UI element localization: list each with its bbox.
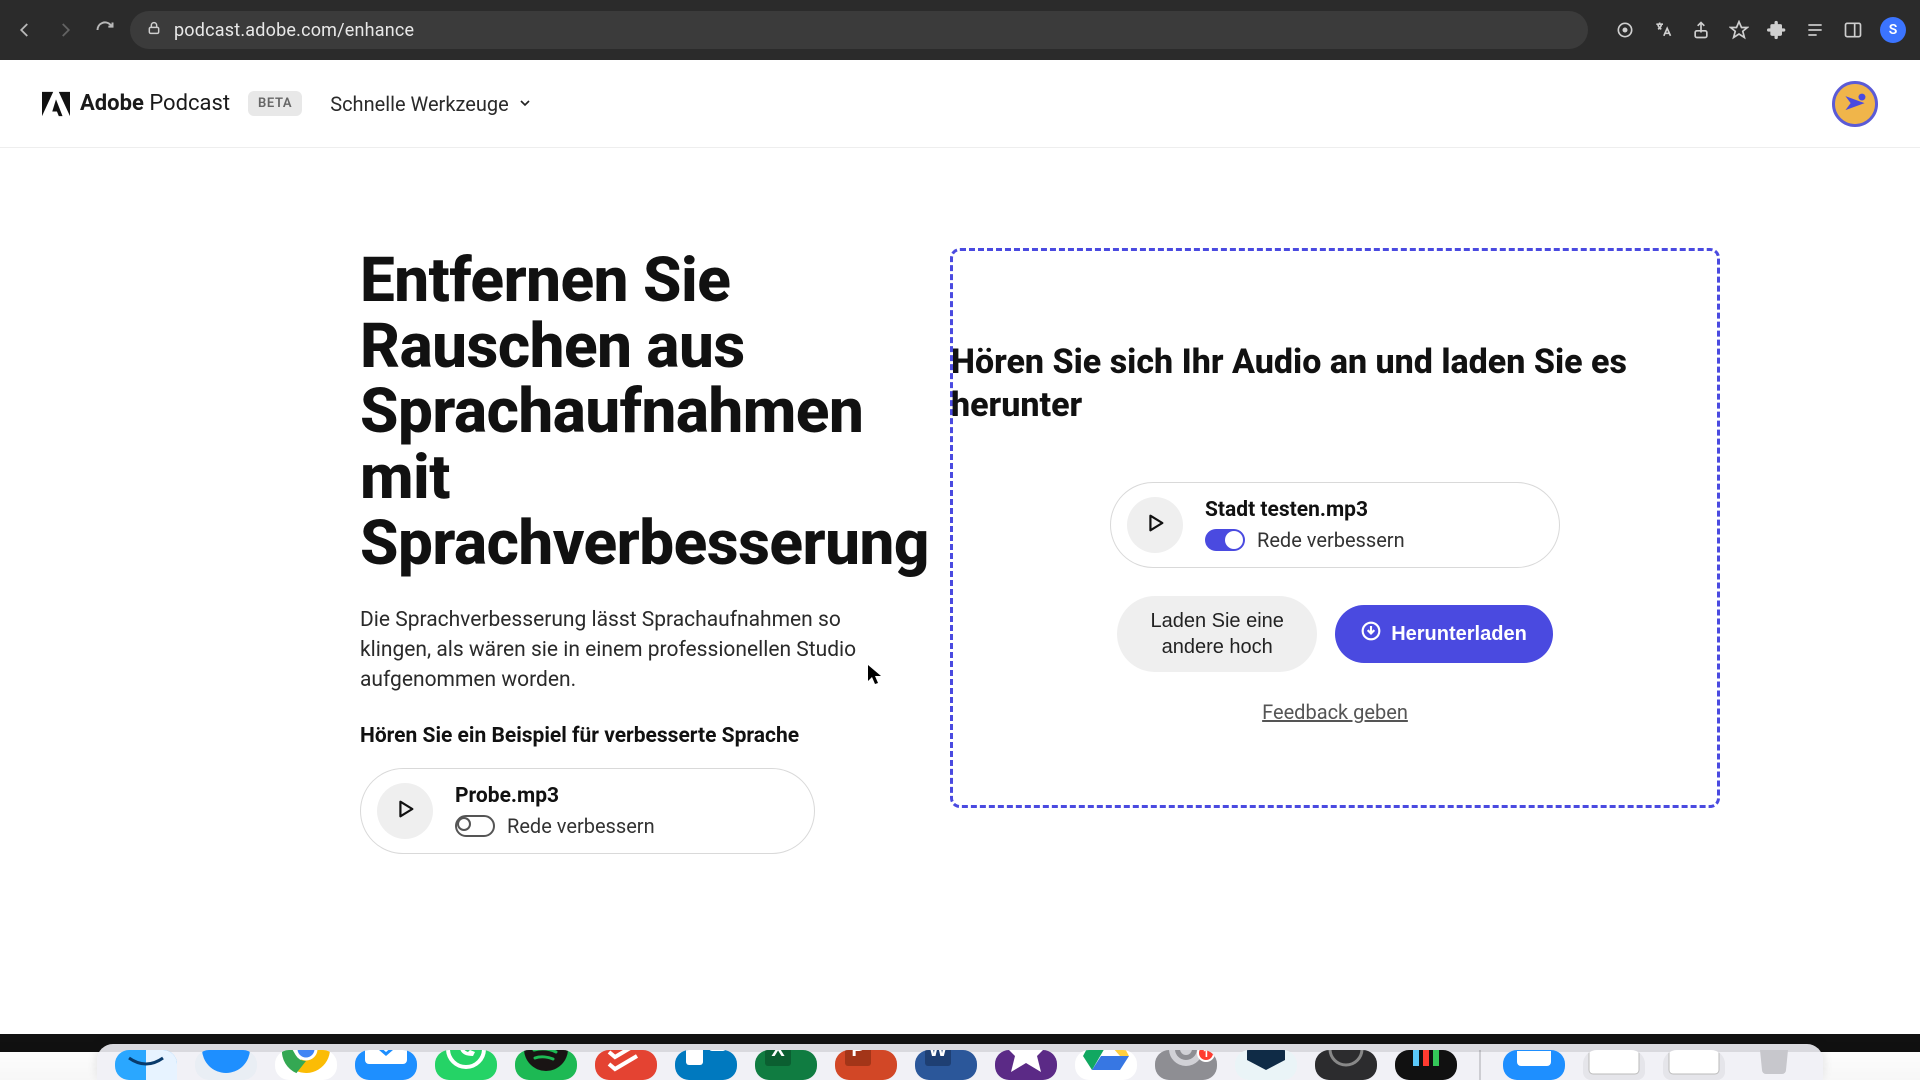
upload-another-button[interactable]: Laden Sie eine andere hoch <box>1117 596 1317 672</box>
dock-trello-icon[interactable] <box>675 1050 737 1080</box>
nav-right <box>1832 81 1878 127</box>
dock-chrome-icon[interactable] <box>275 1050 337 1080</box>
adobe-logo-icon <box>42 91 70 117</box>
enhance-toggle[interactable] <box>455 815 495 837</box>
sample-audio-meta: Probe.mp3 Rede verbessern <box>455 784 655 838</box>
enhance-label: Rede verbessern <box>507 814 655 838</box>
profile-initial: S <box>1889 22 1898 38</box>
address-url: podcast.adobe.com/enhance <box>174 20 414 41</box>
quick-tools-label: Schnelle Werkzeuge <box>330 92 509 116</box>
upload-another-label: Laden Sie eine andere hoch <box>1150 610 1283 658</box>
beta-badge: BETA <box>248 91 302 116</box>
uploaded-filename: Stadt testen.mp3 <box>1205 498 1405 522</box>
page-subtitle: Die Sprachverbesserung lässt Sprachaufna… <box>360 605 910 696</box>
chevron-down-icon <box>517 92 533 116</box>
brand-text: Adobe Podcast <box>80 91 230 116</box>
sample-filename: Probe.mp3 <box>455 784 655 808</box>
dock-trash-icon[interactable] <box>1743 1050 1805 1080</box>
download-button[interactable]: Herunterladen <box>1335 605 1553 663</box>
uploaded-audio-card: Stadt testen.mp3 Rede verbessern <box>1110 482 1560 568</box>
dock-minimized-window-icon[interactable] <box>1583 1050 1645 1080</box>
google-lens-icon[interactable] <box>1614 19 1636 41</box>
sample-heading: Hören Sie ein Beispiel für verbesserte S… <box>360 724 910 748</box>
dropzone-center: Stadt testen.mp3 Rede verbessern Laden S… <box>953 462 1717 724</box>
dock-safari-icon[interactable] <box>195 1050 257 1080</box>
svg-text:W: W <box>929 1050 948 1061</box>
download-label: Herunterladen <box>1391 623 1527 646</box>
play-button[interactable] <box>1127 497 1183 553</box>
download-icon <box>1361 621 1381 647</box>
page-header: Adobe Podcast BETA Schnelle Werkzeuge <box>0 60 1920 148</box>
reading-list-icon[interactable] <box>1804 19 1826 41</box>
dock-app-icon[interactable] <box>1315 1050 1377 1080</box>
sample-enhance-row: Rede verbessern <box>455 814 655 838</box>
translate-icon[interactable] <box>1652 19 1674 41</box>
dock-finder-icon[interactable] <box>115 1050 177 1080</box>
feedback-link[interactable]: Feedback geben <box>1262 700 1408 724</box>
sidepanel-icon[interactable] <box>1842 19 1864 41</box>
dock: X P W 1 <box>97 1044 1823 1080</box>
enhance-label: Rede verbessern <box>1257 528 1405 552</box>
page-title: Entfernen Sie Rauschen aus Sprachaufnahm… <box>360 248 910 577</box>
nav-left: Adobe Podcast BETA Schnelle Werkzeuge <box>42 91 533 117</box>
dock-powerpoint-icon[interactable]: P <box>835 1050 897 1080</box>
svg-text:P: P <box>851 1050 864 1061</box>
lock-icon <box>146 20 162 41</box>
play-icon <box>1144 512 1166 538</box>
dock-separator <box>1479 1050 1481 1080</box>
right-column: Hören Sie sich Ihr Audio an und laden Si… <box>950 248 1750 854</box>
forward-button[interactable] <box>54 19 76 41</box>
dock-drive-icon[interactable] <box>1075 1050 1137 1080</box>
browser-nav-controls <box>14 19 116 41</box>
svg-text:X: X <box>771 1050 785 1061</box>
dock-xcode-icon[interactable] <box>1503 1050 1565 1080</box>
play-icon <box>394 798 416 824</box>
dock-app2-icon[interactable] <box>1395 1050 1457 1080</box>
uploaded-enhance-row: Rede verbessern <box>1205 528 1405 552</box>
share-icon[interactable] <box>1690 19 1712 41</box>
address-bar[interactable]: podcast.adobe.com/enhance <box>130 11 1588 49</box>
quick-tools-menu[interactable]: Schnelle Werkzeuge <box>330 92 533 116</box>
enhance-toggle[interactable] <box>1205 529 1245 551</box>
reload-button[interactable] <box>94 19 116 41</box>
dock-mail-icon[interactable] <box>355 1050 417 1080</box>
play-button[interactable] <box>377 783 433 839</box>
upload-dropzone[interactable]: Hören Sie sich Ihr Audio an und laden Si… <box>950 248 1720 808</box>
feedback-label: Feedback geben <box>1262 700 1408 724</box>
left-column: Entfernen Sie Rauschen aus Sprachaufnahm… <box>170 248 950 854</box>
main-content: Entfernen Sie Rauschen aus Sprachaufnahm… <box>0 148 1920 854</box>
dropzone-title: Hören Sie sich Ihr Audio an und laden Si… <box>951 341 1717 426</box>
dock-deepl-icon[interactable] <box>1235 1050 1297 1080</box>
dropzone-actions: Laden Sie eine andere hoch Herunterladen <box>1117 596 1553 672</box>
dock-word-icon[interactable]: W <box>915 1050 977 1080</box>
browser-actions: S <box>1614 17 1906 43</box>
dock-todoist-icon[interactable] <box>595 1050 657 1080</box>
user-avatar[interactable] <box>1832 81 1878 127</box>
back-button[interactable] <box>14 19 36 41</box>
browser-chrome: podcast.adobe.com/enhance S <box>0 0 1920 60</box>
dock-minimized-window2-icon[interactable] <box>1663 1050 1725 1080</box>
extensions-icon[interactable] <box>1766 19 1788 41</box>
dock-whatsapp-icon[interactable] <box>435 1050 497 1080</box>
sample-audio-card: Probe.mp3 Rede verbessern <box>360 768 815 854</box>
brand[interactable]: Adobe Podcast BETA <box>42 91 302 117</box>
bookmark-icon[interactable] <box>1728 19 1750 41</box>
dock-excel-icon[interactable]: X <box>755 1050 817 1080</box>
uploaded-audio-meta: Stadt testen.mp3 Rede verbessern <box>1205 498 1405 552</box>
dock-area: X P W 1 <box>0 1040 1920 1080</box>
dock-settings-icon[interactable]: 1 <box>1155 1050 1217 1080</box>
dock-spotify-icon[interactable] <box>515 1050 577 1080</box>
dock-imovie-icon[interactable] <box>995 1050 1057 1080</box>
browser-profile-avatar[interactable]: S <box>1880 17 1906 43</box>
